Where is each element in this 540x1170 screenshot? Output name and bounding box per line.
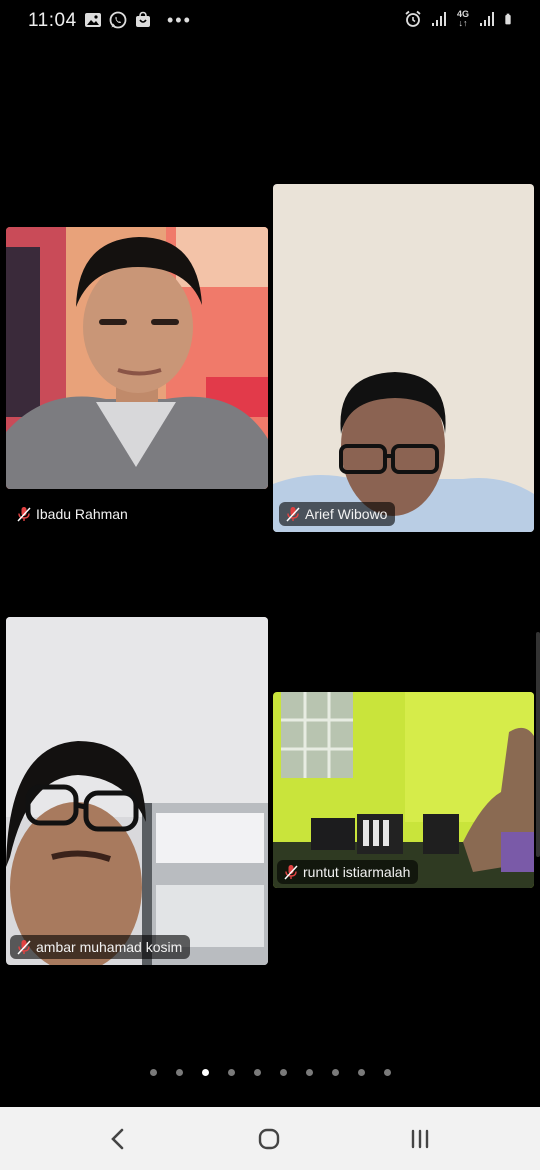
battery-icon — [505, 13, 511, 25]
participant-video — [273, 184, 534, 532]
signal-icon — [480, 12, 494, 26]
video-tile-participant-3[interactable]: ambar muhamad kosim — [6, 617, 268, 965]
participant-name: Arief Wibowo — [305, 506, 388, 522]
navigation-bar — [0, 1107, 540, 1170]
more-dots-icon: ••• — [167, 10, 192, 30]
video-tile-participant-4[interactable]: runtut istiarmalah — [273, 692, 534, 888]
home-button[interactable] — [249, 1123, 289, 1155]
participant-name-tag: runtut istiarmalah — [277, 860, 419, 884]
recents-icon — [411, 1129, 429, 1149]
gallery-icon — [85, 13, 101, 27]
participant-name-tag: ambar muhamad kosim — [10, 935, 191, 959]
mic-muted-icon — [17, 507, 31, 522]
participant-name: ambar muhamad kosim — [36, 939, 183, 955]
back-button[interactable] — [98, 1123, 138, 1155]
home-icon — [258, 1128, 280, 1150]
participant-video — [6, 617, 268, 965]
clock: 11:04 — [28, 10, 77, 31]
scroll-indicator — [536, 632, 540, 857]
page-dot[interactable] — [227, 1069, 235, 1076]
alarm-icon — [405, 10, 421, 27]
whatsapp-icon — [109, 11, 127, 29]
notification-icons: ••• — [84, 11, 192, 29]
system-icons: 4G ↓↑ — [404, 10, 516, 28]
participant-name-tag: Arief Wibowo — [279, 502, 396, 526]
video-tile-participant-1[interactable] — [6, 227, 268, 489]
participant-video — [6, 227, 268, 489]
video-tile-participant-2[interactable]: Arief Wibowo — [273, 184, 534, 532]
signal-icon — [432, 12, 446, 26]
page-dot[interactable] — [331, 1069, 339, 1076]
page-dot[interactable] — [357, 1069, 365, 1076]
page-dot[interactable] — [305, 1069, 313, 1076]
page-dot[interactable] — [253, 1069, 261, 1076]
participant-video — [273, 692, 534, 888]
shop-bag-icon — [136, 11, 150, 27]
mic-muted-icon — [17, 940, 31, 955]
page-dot[interactable] — [175, 1069, 183, 1076]
mic-muted-icon — [284, 865, 298, 880]
participant-name: runtut istiarmalah — [303, 864, 411, 880]
page-dot[interactable] — [279, 1069, 287, 1076]
status-bar: 11:04 ••• 4G ↓↑ — [0, 0, 540, 42]
page-dot[interactable] — [149, 1069, 157, 1076]
page-indicator[interactable] — [0, 1069, 540, 1076]
page-dot[interactable] — [383, 1069, 391, 1076]
recents-button[interactable] — [400, 1123, 440, 1155]
mic-muted-icon — [286, 507, 300, 522]
participant-name: Ibadu Rahman — [36, 506, 128, 522]
participant-name-tag: Ibadu Rahman — [10, 502, 136, 526]
page-dot[interactable] — [201, 1069, 209, 1076]
back-icon — [111, 1128, 124, 1150]
network-4g-icon: 4G ↓↑ — [456, 9, 469, 28]
